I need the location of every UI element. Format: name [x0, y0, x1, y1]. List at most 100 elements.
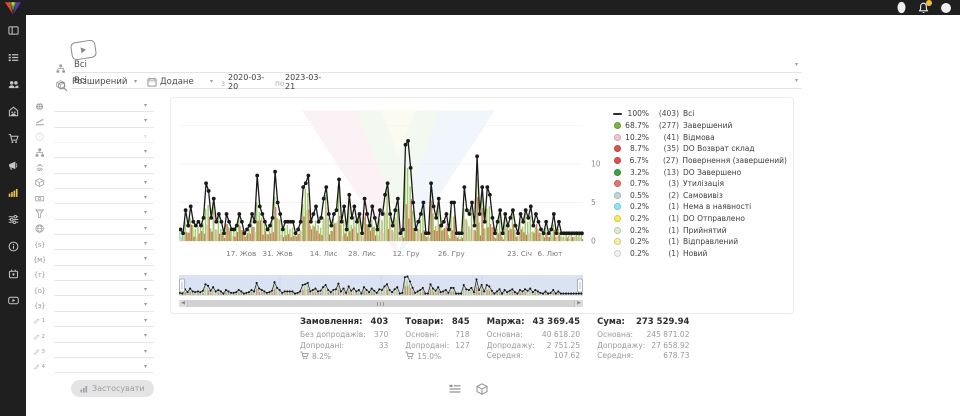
legend-item[interactable]: 0.7%(3)Утилізація [613, 178, 787, 190]
chevron-down-icon[interactable]: ▾ [144, 149, 147, 155]
chevron-down-icon[interactable]: ▾ [144, 226, 147, 232]
sidebar-item-video-tutorials[interactable] [4, 291, 22, 309]
chevron-down-icon[interactable]: ▾ [144, 256, 147, 262]
legend-item[interactable]: 0.2%(1)Прийнятий [613, 224, 787, 236]
chevron-down-icon[interactable]: ▾ [144, 180, 147, 186]
chevron-down-icon[interactable]: ▾ [144, 302, 147, 308]
profile-icon[interactable] [940, 2, 952, 14]
chevron-down-icon[interactable]: ▾ [144, 364, 147, 370]
chevron-down-icon[interactable]: ▾ [144, 118, 147, 124]
banknote-icon [34, 193, 45, 204]
chevron-down-icon[interactable]: ▾ [144, 318, 147, 324]
filter-row-var-4[interactable]: {о}▾ [28, 283, 154, 298]
level-icon [34, 116, 45, 127]
chevron-down-icon[interactable]: ▾ [144, 134, 147, 140]
filter-row-globe-grid[interactable]: ▾ [28, 222, 154, 237]
legend-dot-swatch [613, 192, 622, 199]
filter-row-banknote[interactable]: ▾ [28, 191, 154, 206]
filter-row-var-2[interactable]: {м} ▾ [28, 252, 154, 267]
filter-row-var-3[interactable]: {т}▾ [28, 268, 154, 283]
filter-row-var-1[interactable]: {s}▾ [28, 237, 154, 252]
search-mode-select[interactable]: Розширений ▾ [72, 76, 139, 89]
svg-text:23. Січ: 23. Січ [507, 249, 532, 258]
chevron-down-icon[interactable]: ▾ [144, 349, 147, 355]
user-icon[interactable] [896, 1, 907, 14]
filter-row-globe[interactable]: ▾ [28, 99, 154, 114]
apply-button[interactable]: Застосувати [71, 380, 154, 397]
filter-row-pencil4[interactable]: 4▾ [28, 360, 154, 375]
sidebar-item-store[interactable] [4, 102, 22, 120]
legend-item[interactable]: 3.2%(13)DO Завершено [613, 166, 787, 178]
filter-row-fingerprint[interactable]: ▾ [28, 160, 154, 175]
variable-icon: {м} [34, 254, 45, 265]
sidebar-item-customers[interactable] [4, 75, 22, 93]
sidebar-item-sales[interactable] [4, 129, 22, 147]
chevron-down-icon[interactable]: ▾ [795, 78, 798, 84]
legend-item[interactable]: 10.2%(41)Відмова [613, 131, 787, 143]
legend-item[interactable]: 100%(403)Всі [613, 108, 787, 120]
navigator-right-handle[interactable] [578, 279, 583, 292]
scroll-right-icon[interactable]: ▶ [575, 300, 583, 307]
sidebar-item-analytics[interactable] [4, 183, 22, 201]
sales-icon [8, 129, 19, 148]
sidebar-items [0, 21, 26, 309]
filter-row-var-5[interactable]: {э}▾ [28, 298, 154, 313]
sidebar-item-marketing[interactable] [4, 156, 22, 174]
filter-row-pencil1[interactable]: 1▾ [28, 314, 154, 329]
navigator-left-handle[interactable] [180, 279, 185, 292]
orders-chart[interactable]: 051017. Жов31. Жов14. Лис28. Лис12. Гру2… [179, 106, 609, 262]
app-logo[interactable] [4, 1, 22, 20]
category-filter-value[interactable]: Всі [74, 60, 87, 70]
chart-legend: 100%(403)Всі68.7%(277)Завершений10.2%(41… [613, 108, 787, 259]
sidebar-item-orders[interactable] [4, 48, 22, 66]
filter-row-pencil2[interactable]: 2▾ [28, 329, 154, 344]
chevron-down-icon[interactable]: ▾ [144, 333, 147, 339]
product-view-icon[interactable] [476, 383, 488, 395]
filter-row-cube[interactable]: ▾ [28, 176, 154, 191]
pencil-icon: 2 [34, 331, 45, 342]
legend-item[interactable]: 0.2%(1)Новий [613, 248, 787, 260]
date-to-input[interactable]: 2023-03-21 [285, 76, 329, 89]
funnel-icon [34, 208, 45, 219]
notifications-bell-icon[interactable] [918, 2, 929, 14]
scroll-left-icon[interactable]: ◀ [179, 300, 187, 307]
chevron-down-icon[interactable]: ▾ [144, 103, 147, 109]
pencil-icon: 1 [34, 316, 45, 327]
chevron-down-icon[interactable]: ▾ [144, 195, 147, 201]
legend-item[interactable]: 8.7%(35)DO Возврат склад [613, 143, 787, 155]
legend-dot-swatch [613, 238, 622, 245]
scrollbar-thumb[interactable] [187, 300, 575, 307]
date-type-select[interactable]: Додане ▾ [147, 76, 215, 89]
sidebar-item-info[interactable] [4, 237, 22, 255]
list-view-icon[interactable] [449, 383, 461, 395]
sidebar-item-settings[interactable] [4, 210, 22, 228]
date-type-value: Додане [160, 77, 194, 87]
chevron-down-icon[interactable]: ▾ [144, 241, 147, 247]
legend-item[interactable]: 0.2%(1)DO Отправлено [613, 213, 787, 225]
filter-row-sitemap[interactable]: ▾ [28, 145, 154, 160]
filter-row-level[interactable]: ▾ [28, 114, 154, 129]
legend-item[interactable]: 68.7%(277)Завершений [613, 120, 787, 132]
chevron-down-icon[interactable]: ▾ [144, 164, 147, 170]
filter-row-question[interactable]: ?▾ [28, 130, 154, 145]
video-help-icon[interactable] [70, 39, 98, 61]
chart-navigator[interactable] [179, 273, 583, 299]
sidebar-item-care[interactable] [4, 264, 22, 282]
search-icon[interactable] [57, 77, 68, 96]
chevron-down-icon[interactable]: ▾ [144, 272, 147, 278]
chart-scrollbar[interactable]: ◀ ▶ [179, 300, 583, 307]
legend-item[interactable]: 0.2%(1)Відправлений [613, 236, 787, 248]
legend-item[interactable]: 0.5%(2)Самовивіз [613, 189, 787, 201]
legend-item[interactable]: 0.2%(1)Нема в наявності [613, 201, 787, 213]
filter-row-funnel[interactable]: ▾ [28, 206, 154, 221]
chevron-down-icon[interactable]: ▾ [795, 62, 798, 68]
sidebar-item-dashboard[interactable] [4, 21, 22, 39]
topbar [0, 0, 960, 15]
legend-item[interactable]: 6.7%(27)Повернення (завершений) [613, 155, 787, 167]
filter-row-pencil3[interactable]: 3▾ [28, 345, 154, 360]
chevron-down-icon[interactable]: ▾ [144, 210, 147, 216]
category-filter[interactable]: Всі ▾ [56, 59, 802, 71]
date-from-input[interactable]: 2020-03-20 [228, 76, 272, 89]
chevron-down-icon[interactable]: ▾ [144, 287, 147, 293]
main-sidebar [0, 0, 26, 416]
